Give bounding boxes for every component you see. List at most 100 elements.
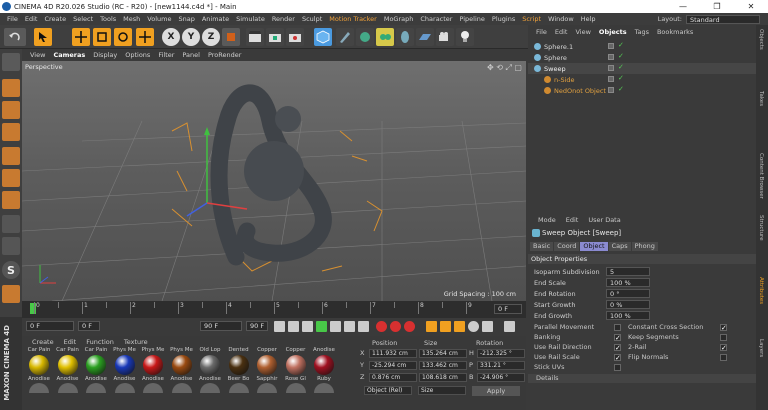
checkbox[interactable]: ✓ — [720, 343, 727, 351]
menu-character[interactable]: Character — [420, 15, 452, 23]
key-scale-icon[interactable] — [440, 321, 451, 332]
model-mode-icon[interactable] — [2, 79, 20, 97]
object-menu-tags[interactable]: Tags — [635, 28, 649, 38]
property-value-field[interactable]: 0 ° — [606, 289, 650, 298]
details-section[interactable]: Details — [528, 374, 756, 383]
viewport-menu-prorender[interactable]: ProRender — [208, 51, 241, 59]
checkbox[interactable]: ✓ — [614, 353, 621, 361]
cloner-icon[interactable] — [376, 28, 394, 46]
visibility-toggle[interactable] — [608, 87, 614, 93]
material-swatch[interactable]: Car Pain Anodise — [26, 347, 52, 407]
checkbox[interactable] — [614, 363, 621, 371]
timeline-settings-icon[interactable] — [504, 321, 515, 332]
record-icon[interactable] — [376, 321, 387, 332]
coord-mode-dropdown[interactable]: Object (Rel) — [364, 386, 412, 395]
checkbox-row[interactable]: Stick UVs — [534, 363, 621, 371]
object-row[interactable]: Sweep ✓ — [528, 63, 756, 74]
rotation-p-field[interactable]: 331.21 ° — [477, 361, 525, 370]
scale-tool-icon[interactable] — [93, 28, 111, 46]
material-swatch[interactable]: Phys Me Anodise — [140, 347, 166, 407]
menu-window[interactable]: Window — [548, 15, 574, 23]
autokey-icon[interactable] — [390, 321, 401, 332]
menu-snap[interactable]: Snap — [178, 15, 194, 23]
side-tab-takes[interactable]: Takes — [758, 91, 764, 106]
material-menu-texture[interactable]: Texture — [124, 338, 148, 346]
object-menu-file[interactable]: File — [536, 28, 547, 38]
rotation-h-field[interactable]: -212.325 ° — [477, 349, 525, 358]
visibility-toggle[interactable] — [608, 76, 614, 82]
material-swatch[interactable]: Copper Rose Gl — [283, 347, 309, 407]
points-mode-icon[interactable] — [2, 147, 20, 165]
material-swatch[interactable]: Dented Beer Bo — [226, 347, 252, 407]
restore-button[interactable]: ❐ — [700, 0, 734, 13]
menu-pipeline[interactable]: Pipeline — [459, 15, 484, 23]
next-frame-icon[interactable] — [330, 321, 341, 332]
attr-tab-phong[interactable]: Phong — [631, 242, 658, 251]
menu-script[interactable]: Script — [522, 15, 541, 23]
cube-object-icon[interactable] — [314, 28, 332, 46]
prev-frame-icon[interactable] — [302, 321, 313, 332]
attribute-menu-mode[interactable]: Mode — [538, 216, 556, 224]
z-axis-button[interactable]: Z — [202, 28, 220, 46]
position-x-field[interactable]: 111.932 cm — [369, 349, 417, 358]
checkbox[interactable] — [720, 353, 727, 361]
menu-animate[interactable]: Animate — [202, 15, 229, 23]
material-swatch[interactable]: Car Pain Anodise — [55, 347, 81, 407]
attr-tab-caps[interactable]: Caps — [608, 242, 631, 251]
size-y-field[interactable]: 133.462 cm — [419, 361, 467, 370]
material-menu-function[interactable]: Function — [86, 338, 114, 346]
checkbox-row[interactable]: Keep Segments — [628, 333, 727, 341]
visibility-toggle[interactable] — [608, 43, 614, 49]
texture-mode-icon[interactable] — [2, 101, 20, 119]
menu-sculpt[interactable]: Sculpt — [302, 15, 322, 23]
menu-edit[interactable]: Edit — [25, 15, 38, 23]
material-swatch[interactable]: Phys Me Anodise — [112, 347, 138, 407]
material-swatch[interactable]: Copper Sapphir — [254, 347, 280, 407]
menu-plugins[interactable]: Plugins — [492, 15, 515, 23]
move-tool-icon[interactable] — [72, 28, 90, 46]
enable-check-icon[interactable]: ✓ — [618, 41, 624, 49]
menu-motion-tracker[interactable]: Motion Tracker — [329, 15, 377, 23]
menu-mesh[interactable]: Mesh — [123, 15, 140, 23]
viewport-menu-options[interactable]: Options — [125, 51, 150, 59]
keyframe-selection-icon[interactable] — [404, 321, 415, 332]
enable-check-icon[interactable]: ✓ — [618, 74, 624, 82]
play-icon[interactable] — [316, 321, 327, 332]
floor-icon[interactable] — [416, 28, 434, 46]
checkbox[interactable]: ✓ — [720, 323, 727, 331]
tweak-mode-icon[interactable] — [2, 237, 20, 255]
key-rotation-icon[interactable] — [454, 321, 465, 332]
next-key-icon[interactable] — [344, 321, 355, 332]
go-to-start-icon[interactable] — [274, 321, 285, 332]
property-value-field[interactable]: 100 % — [606, 278, 650, 287]
material-menu-create[interactable]: Create — [32, 338, 54, 346]
attr-tab-basic[interactable]: Basic — [530, 242, 554, 251]
enable-check-icon[interactable]: ✓ — [618, 52, 624, 60]
side-tab-structure[interactable]: Structure — [758, 215, 764, 241]
render-view-icon[interactable] — [246, 28, 264, 46]
property-value-field[interactable]: 100 % — [606, 311, 650, 320]
key-position-icon[interactable] — [426, 321, 437, 332]
checkbox-row[interactable]: Constant Cross Section ✓ — [628, 323, 727, 331]
viewport-menu-filter[interactable]: Filter — [158, 51, 174, 59]
material-menu-edit[interactable]: Edit — [64, 338, 77, 346]
size-mode-dropdown[interactable]: Size — [418, 386, 466, 395]
apply-button[interactable]: Apply — [472, 386, 520, 396]
viewport-menu-display[interactable]: Display — [93, 51, 117, 59]
object-row[interactable]: Sphere ✓ — [528, 52, 756, 63]
prev-key-icon[interactable] — [288, 321, 299, 332]
viewport-3d[interactable]: Perspective Grid Spacing : 100 cm ✥ ⟲ ⤢ … — [22, 61, 526, 301]
checkbox-row[interactable]: Use Rail Scale ✓ — [534, 353, 621, 361]
current-frame-field[interactable]: 0 F — [78, 321, 100, 331]
deformer-icon[interactable] — [396, 28, 414, 46]
x-axis-button[interactable]: X — [162, 28, 180, 46]
checkbox[interactable]: ✓ — [614, 333, 621, 341]
make-editable-icon[interactable] — [2, 53, 20, 71]
object-menu-bookmarks[interactable]: Bookmarks — [657, 28, 693, 38]
rotate-tool-icon[interactable] — [114, 28, 132, 46]
y-axis-button[interactable]: Y — [182, 28, 200, 46]
edges-mode-icon[interactable] — [2, 169, 20, 187]
position-y-field[interactable]: -25.294 cm — [369, 361, 417, 370]
pen-spline-icon[interactable] — [336, 28, 354, 46]
enable-check-icon[interactable]: ✓ — [618, 63, 624, 71]
